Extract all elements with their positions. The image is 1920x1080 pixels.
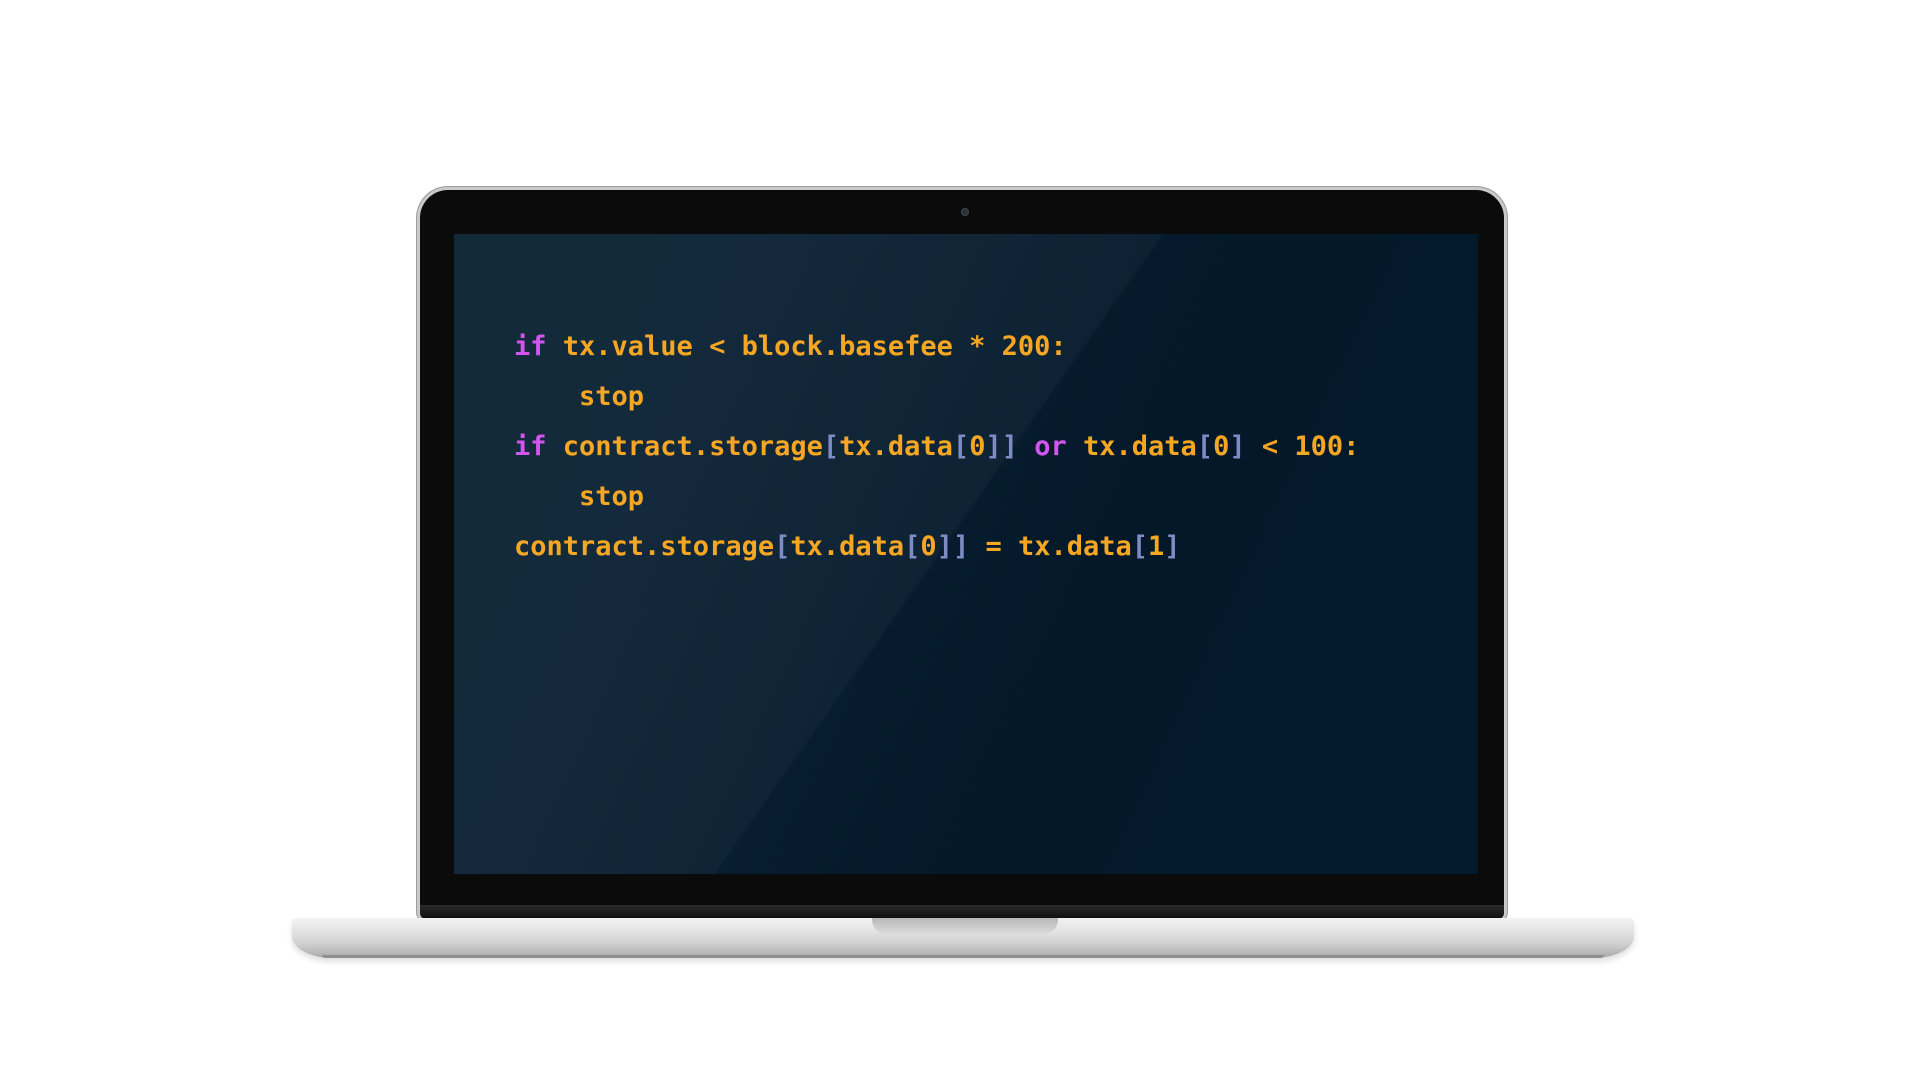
- code-token: contract.storage: [514, 531, 775, 562]
- code-token: < 100:: [1245, 431, 1360, 462]
- code-token: 0: [969, 431, 986, 462]
- code-bracket: ]: [1164, 531, 1181, 562]
- code-token: contract.storage: [546, 431, 823, 462]
- code-bracket: ]]: [936, 531, 970, 562]
- code-token: 0: [1213, 431, 1230, 462]
- code-keyword: or: [1034, 431, 1067, 462]
- webcam-icon: [961, 208, 969, 216]
- code-token: tx.data: [790, 531, 905, 562]
- code-bracket: ]: [1229, 431, 1246, 462]
- code-bracket: [: [952, 431, 970, 462]
- code-line: contract.storage[tx.data[0]] = tx.data[1…: [514, 522, 1359, 572]
- laptop-base: [292, 918, 1634, 958]
- code-line: stop: [514, 372, 1359, 422]
- code-bracket: [: [822, 431, 840, 462]
- code-token: = tx.data: [969, 531, 1132, 562]
- laptop-lid: if tx.value < block.basefee * 200: stop i…: [420, 190, 1504, 920]
- code-token: tx.data: [1066, 431, 1197, 462]
- code-bracket: [: [904, 531, 921, 562]
- code-token: tx.data: [839, 431, 953, 462]
- code-token: 1: [1148, 531, 1165, 562]
- code-bracket: ]]: [985, 431, 1018, 462]
- code-bracket: [: [1131, 531, 1149, 562]
- code-keyword: if: [514, 331, 547, 362]
- trackpad-notch: [872, 918, 1058, 934]
- code-keyword: if: [514, 431, 547, 462]
- code-bracket: [: [1196, 431, 1214, 462]
- code-token: tx.value < block.basefee * 200:: [546, 331, 1067, 362]
- laptop-hinge: [420, 905, 1504, 919]
- base-edge: [322, 955, 1604, 958]
- code-block: if tx.value < block.basefee * 200: stop i…: [514, 322, 1359, 572]
- code-token: stop: [514, 481, 645, 512]
- code-token: stop: [514, 381, 645, 412]
- code-token: 0: [920, 531, 937, 562]
- code-line: if tx.value < block.basefee * 200:: [514, 322, 1359, 372]
- code-line: stop: [514, 472, 1359, 522]
- laptop-screen: if tx.value < block.basefee * 200: stop i…: [454, 234, 1478, 874]
- code-bracket: [: [774, 531, 791, 562]
- code-line: if contract.storage[tx.data[0]] or tx.da…: [514, 422, 1359, 472]
- laptop-mockup: if tx.value < block.basefee * 200: stop i…: [0, 0, 1920, 1080]
